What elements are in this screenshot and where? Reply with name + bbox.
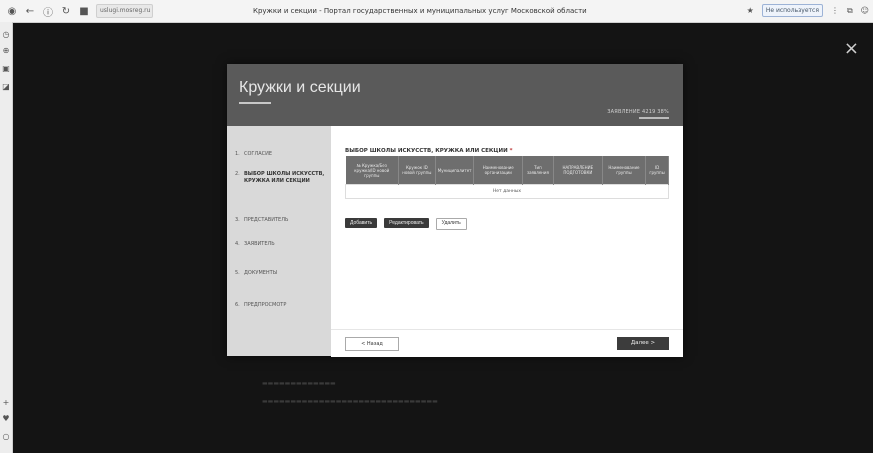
gallery-icon[interactable]: ◪ bbox=[1, 82, 11, 92]
next-button[interactable]: Далее > bbox=[617, 337, 669, 350]
history-icon[interactable]: ◷ bbox=[1, 30, 11, 40]
bookmark-icon[interactable]: ★ bbox=[747, 6, 754, 15]
form-content: ВЫБОР ШКОЛЫ ИСКУССТВ, КРУЖКА ИЛИ СЕКЦИИ … bbox=[331, 126, 683, 356]
step-consent[interactable]: 1. СОГЛАСИЕ bbox=[235, 151, 327, 158]
step-preview[interactable]: 6. ПРЕДПРОСМОТР bbox=[235, 302, 327, 309]
heart-icon[interactable]: ♥ bbox=[1, 414, 11, 424]
delete-button[interactable]: Удалить bbox=[435, 218, 467, 230]
steps-sidebar: 1. СОГЛАСИЕ 2. ВЫБОР ШКОЛЫ ИСКУССТВ, КРУ… bbox=[227, 126, 332, 356]
selection-table: № Кружка/Без кружка/ID новой группы Круж… bbox=[345, 156, 669, 199]
column-header[interactable]: № Кружка/Без кружка/ID новой группы bbox=[345, 156, 399, 185]
required-mark: * bbox=[509, 148, 513, 154]
column-header[interactable]: ID группы bbox=[645, 156, 669, 185]
menu-icon[interactable]: ◉ bbox=[6, 5, 18, 17]
close-icon[interactable]: × bbox=[844, 40, 859, 58]
header-divider bbox=[639, 117, 669, 119]
lock-icon: ■ bbox=[79, 5, 89, 17]
page-title: Кружки и секции - Портал государственных… bbox=[253, 7, 587, 15]
modal-title: Кружки и секции bbox=[239, 79, 361, 96]
table-row: Нет данных bbox=[345, 184, 669, 199]
extensions-icon[interactable]: ⧉ bbox=[847, 6, 853, 16]
column-header[interactable]: Наименование группы bbox=[602, 156, 647, 185]
modal-footer: < Назад Далее > bbox=[331, 329, 683, 357]
application-modal: Кружки и секции ЗАЯВЛЕНИЕ 4219 38% 1. СО… bbox=[227, 64, 683, 357]
reload-icon[interactable]: ↻ bbox=[60, 5, 72, 17]
circle-icon[interactable]: ○ bbox=[1, 432, 11, 442]
info-icon[interactable]: ⓘ bbox=[42, 5, 54, 19]
add-button[interactable]: Добавить bbox=[345, 218, 378, 228]
title-underline bbox=[239, 102, 271, 104]
step-applicant[interactable]: 4. ЗАЯВИТЕЛЬ bbox=[235, 241, 327, 248]
table-actions: Добавить Редактировать Удалить bbox=[345, 218, 467, 230]
edit-button[interactable]: Редактировать bbox=[384, 218, 429, 228]
column-header[interactable]: Муниципалитет bbox=[435, 156, 475, 185]
profile-pill[interactable]: Не используется bbox=[761, 4, 823, 17]
add-icon[interactable]: + bbox=[1, 398, 11, 408]
zoom-icon[interactable]: ⊕ bbox=[1, 46, 11, 56]
section-title: ВЫБОР ШКОЛЫ ИСКУССТВ, КРУЖКА ИЛИ СЕКЦИИ … bbox=[345, 148, 513, 154]
background-text: ▬▬▬▬▬▬▬▬▬▬▬▬▬▬▬▬▬▬▬▬▬▬▬▬▬▬▬▬▬▬▬ bbox=[262, 398, 438, 405]
empty-table-message: Нет данных bbox=[345, 184, 669, 199]
step-representative[interactable]: 3. ПРЕДСТАВИТЕЛЬ bbox=[235, 217, 327, 224]
column-header[interactable]: Тип заявления bbox=[522, 156, 554, 185]
column-header[interactable]: Наименование организации bbox=[473, 156, 523, 185]
url-field[interactable]: uslugi.mosreg.ru bbox=[96, 4, 153, 18]
step-documents[interactable]: 5. ДОКУМЕНТЫ bbox=[235, 270, 327, 277]
profile-icon[interactable]: ☺ bbox=[861, 6, 869, 15]
back-icon[interactable]: ← bbox=[24, 5, 36, 17]
column-header[interactable]: НАПРАВЛЕНИЕ ПОДГОТОВКИ bbox=[553, 156, 603, 185]
back-button[interactable]: < Назад bbox=[345, 337, 399, 351]
wallet-icon[interactable]: ▣ bbox=[1, 64, 11, 74]
column-header[interactable]: Кружок ID новой группы bbox=[398, 156, 436, 185]
browser-toolbar: ◉ ← ⓘ ↻ ■ uslugi.mosreg.ru Кружки и секц… bbox=[0, 0, 873, 23]
modal-header: Кружки и секции ЗАЯВЛЕНИЕ 4219 38% bbox=[227, 64, 683, 126]
step-school-selection[interactable]: 2. ВЫБОР ШКОЛЫ ИСКУССТВ, КРУЖКА ИЛИ СЕКЦ… bbox=[235, 171, 327, 185]
more-icon[interactable]: ⋮ bbox=[831, 6, 839, 15]
application-number: ЗАЯВЛЕНИЕ 4219 38% bbox=[607, 109, 669, 115]
browser-sidebar: ◷ ⊕ ▣ ◪ + ♥ ○ bbox=[0, 22, 13, 453]
background-text: ▬▬▬▬▬▬▬▬▬▬▬▬▬ bbox=[262, 380, 336, 387]
